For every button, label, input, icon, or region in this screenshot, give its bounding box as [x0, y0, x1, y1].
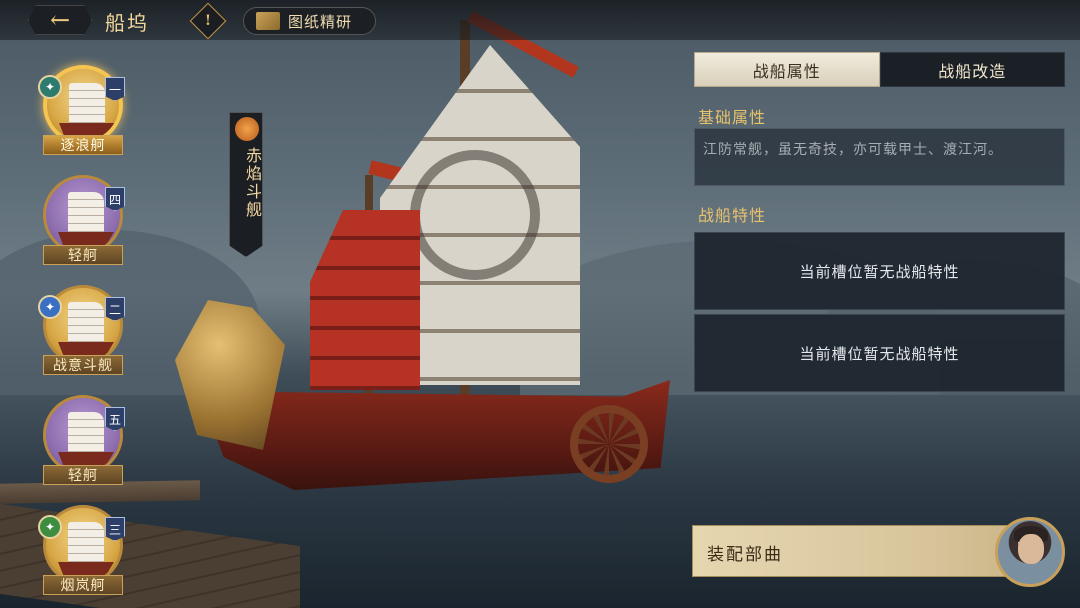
trait-slot[interactable]: 当前槽位暂无战船特性 [694, 314, 1065, 392]
ship-list-item[interactable]: 一 ✦ 逐浪舸 [38, 65, 128, 155]
ship-slot-number: 五 [105, 407, 125, 431]
base-attributes-box: 江防常舰，虽无奇技，亦可载甲士、渡江河。 [694, 128, 1065, 186]
ship-slot-number: 三 [105, 517, 125, 541]
ship-list-item[interactable]: 二 ✦ 战意斗舰 [38, 285, 128, 375]
trait-slot[interactable]: 当前槽位暂无战船特性 [694, 232, 1065, 310]
ship-name-banner: 赤焰斗舰 [229, 112, 263, 257]
skill-badge-icon: ✦ [38, 515, 62, 539]
avatar-face [1018, 534, 1044, 564]
ship-traits-title: 战船特性 [698, 206, 767, 225]
ship-slot-number: 一 [105, 77, 125, 101]
ship-name: 轻舸 [43, 465, 123, 485]
base-attributes-title: 基础属性 [698, 108, 767, 127]
skill-badge-icon: ✦ [38, 295, 62, 319]
ship-slot-number: 二 [105, 297, 125, 321]
ship-sail-icon [68, 522, 104, 562]
ship-slot-number: 四 [105, 187, 125, 211]
scroll-icon [256, 12, 280, 30]
ship-list-item[interactable]: 三 ✦ 烟岚舸 [38, 505, 128, 595]
equip-troops-label: 装配部曲 [707, 545, 783, 565]
page-title: 船坞 [105, 11, 149, 35]
equip-troops-button[interactable]: 装配部曲 [692, 525, 1032, 577]
ship-hull-icon [58, 342, 114, 356]
tab-ship-attributes[interactable]: 战船属性 [694, 52, 880, 87]
ship-sail-icon [68, 412, 104, 452]
ship-name: 战意斗舰 [43, 355, 123, 375]
ship-list-item[interactable]: 四 轻舸 [38, 175, 128, 265]
sail-emblem [410, 150, 540, 280]
flame-icon [235, 117, 259, 141]
blueprint-research-button[interactable]: 图纸精研 [243, 7, 376, 35]
ship-hull-icon [58, 232, 114, 246]
ship-name: 烟岚舸 [43, 575, 123, 595]
ship-hull-icon [58, 452, 114, 466]
back-arrow-icon: ← [49, 6, 71, 34]
general-avatar[interactable] [995, 517, 1065, 587]
base-attributes-desc: 江防常舰，虽无奇技，亦可载甲士、渡江河。 [703, 142, 1003, 158]
info-button[interactable]: ! [189, 2, 227, 40]
ship-list-item[interactable]: 五 轻舸 [38, 395, 128, 485]
back-button[interactable]: ← [28, 5, 92, 35]
ship-sail-icon [68, 302, 104, 342]
ship-title: 赤焰斗舰 [243, 147, 262, 219]
skill-badge-icon: ✦ [38, 75, 62, 99]
ship-name: 轻舸 [43, 245, 123, 265]
ship-sail-icon [68, 192, 104, 232]
top-bar: ← 船坞 ! 图纸精研 [0, 0, 1080, 40]
blueprint-research-label: 图纸精研 [288, 12, 353, 31]
fore-sail [310, 210, 420, 390]
ship-name: 逐浪舸 [43, 135, 123, 155]
panel-tabs: 战船属性 战船改造 [694, 52, 1065, 87]
exclamation-icon: ! [204, 13, 212, 29]
ship-sail-icon [69, 83, 105, 123]
ship-hull-icon [58, 562, 114, 576]
paddle-wheel [570, 405, 648, 483]
tab-ship-modification[interactable]: 战船改造 [879, 52, 1065, 87]
